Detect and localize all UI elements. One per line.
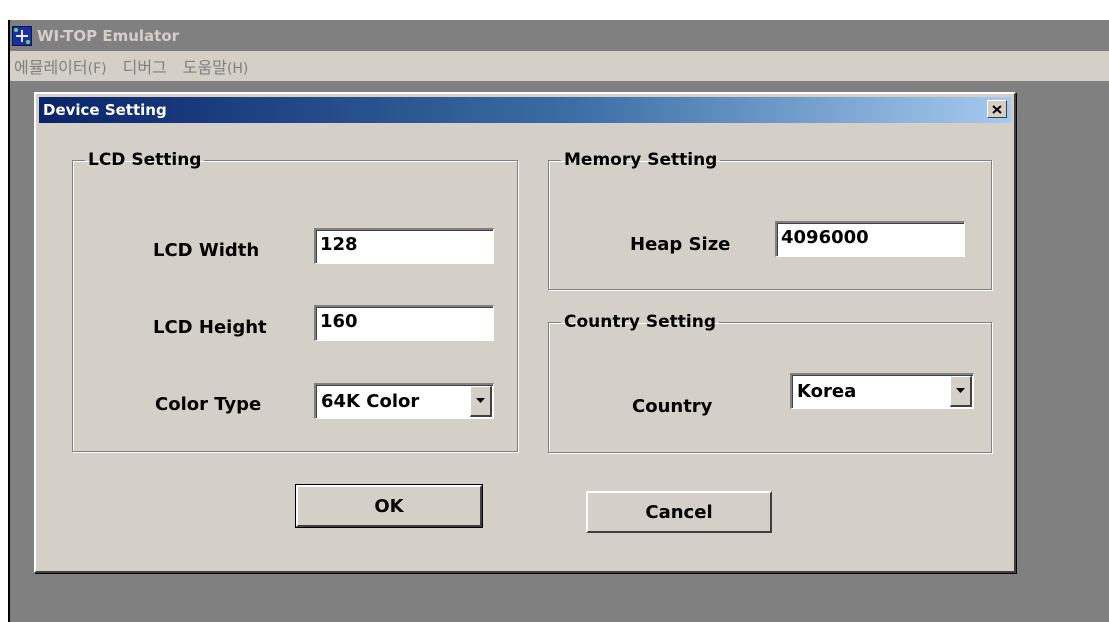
menu-emulator[interactable]: 에뮬레이터(F) <box>14 54 107 78</box>
menu-help-label: 도움말 <box>182 58 227 77</box>
chevron-down-icon <box>476 398 485 403</box>
country-select[interactable]: Korea <box>790 373 974 409</box>
color-type-select[interactable]: 64K Color <box>314 383 494 419</box>
color-type-label: Color Type <box>155 394 262 415</box>
device-setting-dialog: Device Setting LCD Setting LCD Width 128… <box>34 92 1016 573</box>
country-setting-legend: Country Setting <box>564 312 716 332</box>
chevron-down-icon <box>956 388 965 393</box>
lcd-setting-legend: LCD Setting <box>88 150 202 170</box>
menu-debug-label: 디버그 <box>122 58 167 77</box>
lcd-width-label: LCD Width <box>153 240 260 261</box>
menu-help-accel: (H) <box>226 61 249 77</box>
lcd-width-input[interactable]: 128 <box>314 228 494 264</box>
heap-size-label: Heap Size <box>630 234 731 255</box>
color-type-dropdown-button[interactable] <box>470 386 492 417</box>
country-label: Country <box>632 396 713 417</box>
menu-emulator-label: 에뮬레이터 <box>14 58 88 77</box>
country-value: Korea <box>797 381 857 402</box>
lcd-height-input[interactable]: 160 <box>314 305 494 341</box>
menu-help[interactable]: 도움말(H) <box>183 54 249 78</box>
lcd-height-label: LCD Height <box>153 317 267 338</box>
memory-setting-legend: Memory Setting <box>564 150 718 170</box>
app-icon[interactable] <box>12 25 32 46</box>
country-dropdown-button[interactable] <box>950 376 972 407</box>
menubar: 에뮬레이터(F) 디버그 도움말(H) <box>10 51 1109 83</box>
color-type-value: 64K Color <box>321 391 420 412</box>
heap-size-input[interactable]: 4096000 <box>775 221 965 257</box>
memory-setting-group: Memory Setting <box>548 150 992 290</box>
menu-emulator-accel: (F) <box>87 61 107 77</box>
close-icon <box>992 104 1002 114</box>
cancel-button[interactable]: Cancel <box>586 491 772 533</box>
ok-button[interactable]: OK <box>295 484 483 528</box>
app-titlebar[interactable]: WI-TOP Emulator <box>10 20 1109 51</box>
close-button[interactable] <box>987 100 1007 118</box>
app-title: WI-TOP Emulator <box>37 26 180 45</box>
menu-debug[interactable]: 디버그 <box>123 54 167 78</box>
dialog-title: Device Setting <box>43 101 167 119</box>
dialog-titlebar[interactable]: Device Setting <box>39 97 1011 123</box>
